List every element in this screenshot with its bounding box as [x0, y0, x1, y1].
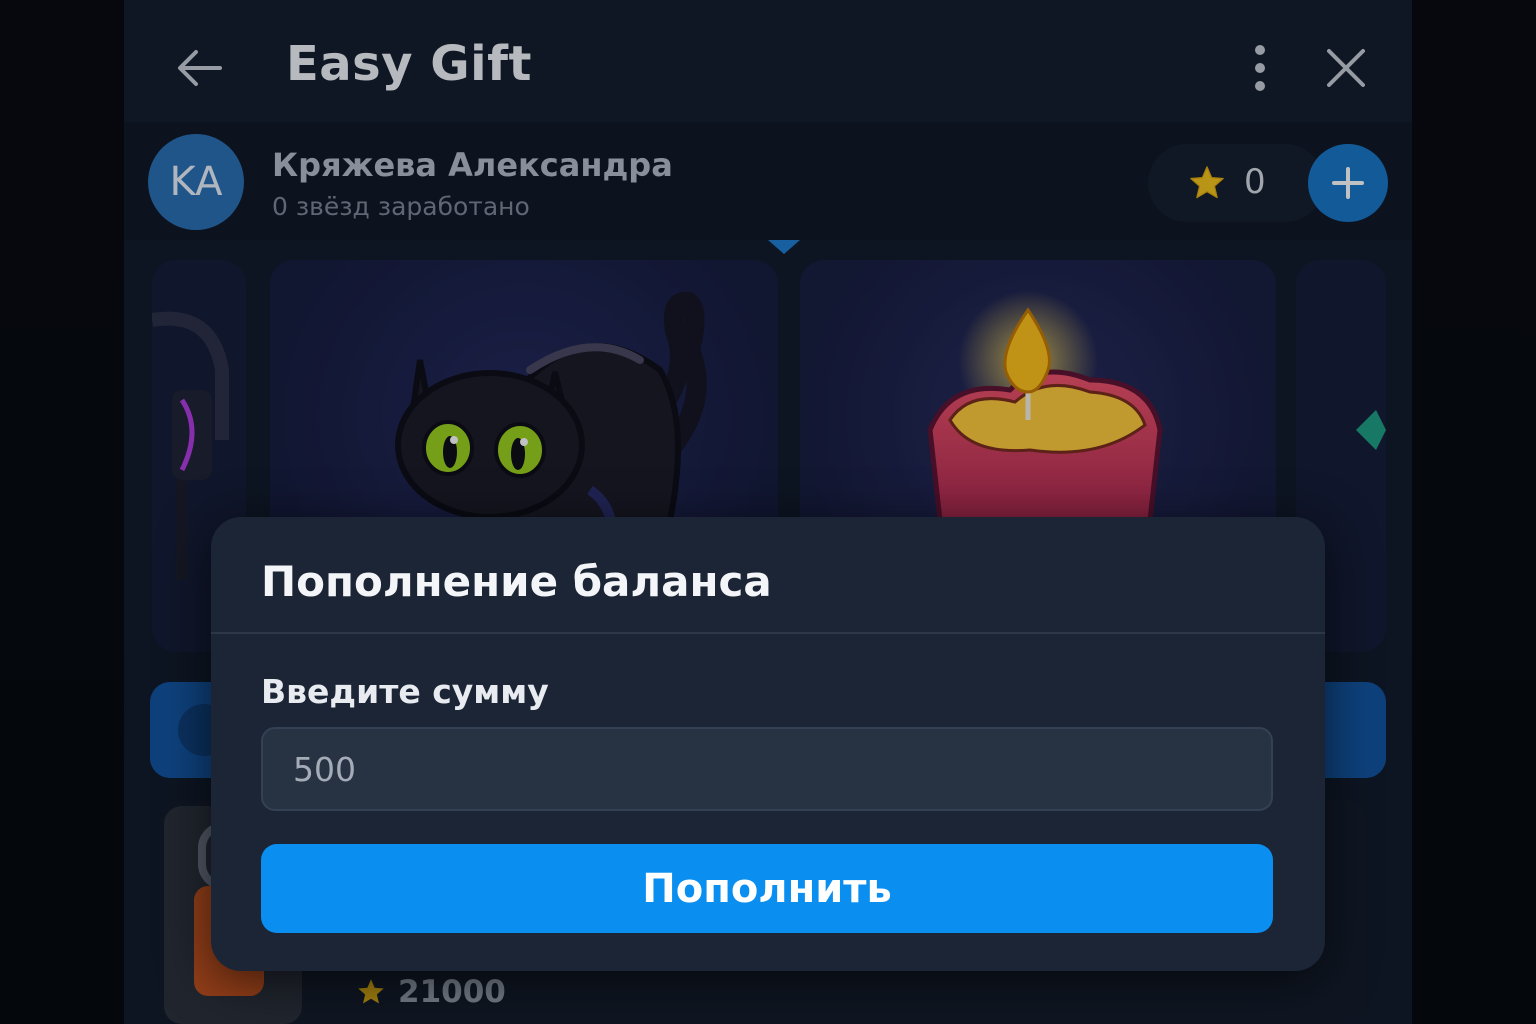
- dialog-title: Пополнение баланса: [261, 557, 772, 606]
- top-up-dialog: Пополнение баланса Введите сумму Пополни…: [211, 517, 1325, 971]
- top-up-button[interactable]: Пополнить: [261, 844, 1273, 933]
- dialog-divider: [211, 632, 1325, 634]
- amount-input[interactable]: [261, 727, 1273, 811]
- amount-label: Введите сумму: [261, 672, 549, 711]
